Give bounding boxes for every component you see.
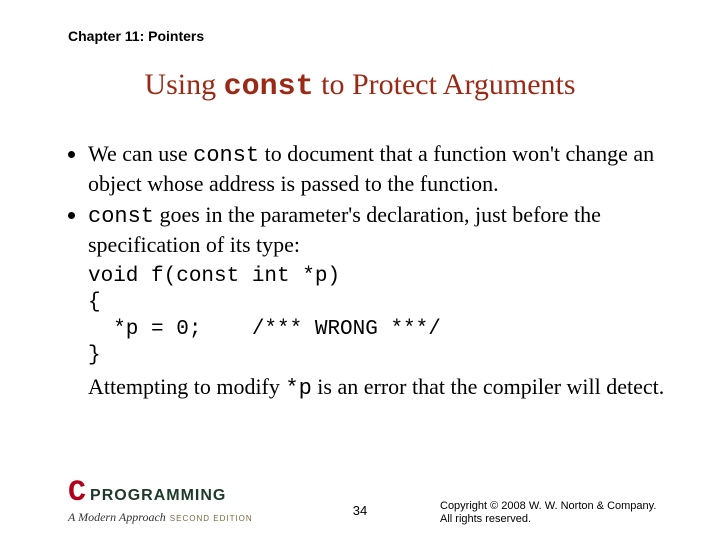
bullet1-pre: We can use (88, 141, 193, 166)
code-block: void f(const int *p) { *p = 0; /*** WRON… (88, 264, 670, 369)
bullet-2: const goes in the parameter's declaratio… (88, 201, 670, 258)
title-mono: const (224, 70, 314, 104)
title-pre: Using (144, 68, 223, 101)
slide-title: Using const to Protect Arguments (0, 68, 720, 104)
bullet-1: We can use const to document that a func… (88, 140, 670, 197)
trailer-post: is an error that the compiler will detec… (312, 374, 664, 399)
bullet2-post: goes in the parameter's declaration, jus… (88, 202, 601, 257)
logo-c-letter: C (68, 478, 86, 508)
copyright-line2: All rights reserved. (440, 513, 660, 526)
logo-sub-row: A Modern Approach SECOND EDITION (68, 508, 278, 526)
copyright-line1: Copyright © 2008 W. W. Norton & Company. (440, 500, 660, 513)
trailer-mono: *p (285, 376, 311, 401)
bullet-list: We can use const to document that a func… (68, 140, 670, 258)
chapter-label: Chapter 11: Pointers (68, 28, 204, 44)
logo-word: PROGRAMMING (90, 487, 226, 505)
bullet1-mono: const (193, 143, 259, 168)
logo-top: C PROGRAMMING (68, 478, 278, 508)
bullet2-mono: const (88, 204, 154, 229)
trailer-text: Attempting to modify *p is an error that… (88, 373, 670, 403)
slide: Chapter 11: Pointers Using const to Prot… (0, 0, 720, 540)
body-content: We can use const to document that a func… (68, 140, 670, 403)
title-post: to Protect Arguments (314, 68, 576, 101)
book-logo: C PROGRAMMING A Modern Approach SECOND E… (68, 478, 278, 526)
copyright: Copyright © 2008 W. W. Norton & Company.… (440, 500, 660, 526)
logo-edition: SECOND EDITION (170, 514, 253, 523)
logo-subtitle: A Modern Approach (68, 510, 166, 524)
trailer-pre: Attempting to modify (88, 374, 285, 399)
